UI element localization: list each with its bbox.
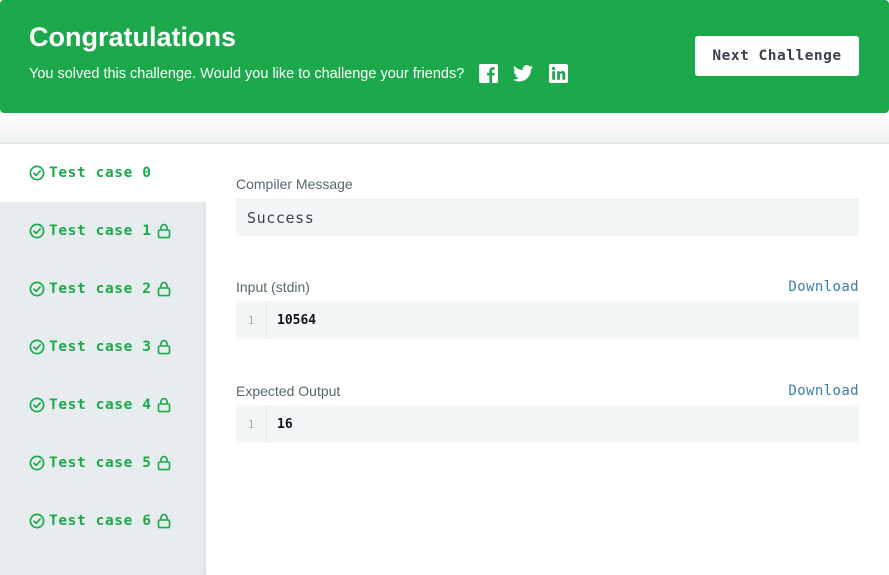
banner-subtitle: You solved this challenge. Would you lik… (29, 66, 465, 82)
facebook-icon[interactable] (478, 63, 498, 83)
expected-output-label: Expected Output (236, 383, 341, 399)
expected-output-download-link[interactable]: Download (788, 383, 859, 399)
check-circle-icon (29, 281, 45, 297)
input-label: Input (stdin) (236, 279, 310, 295)
compiler-message-box: Success (236, 198, 859, 236)
check-circle-icon (29, 339, 45, 355)
check-circle-icon (29, 397, 45, 413)
tab-label: Test case 0 (49, 165, 152, 181)
input-value: 10564 (277, 312, 317, 328)
lock-icon (157, 339, 171, 355)
tab-test-case-2[interactable]: Test case 2 (0, 260, 206, 318)
lock-icon (157, 397, 171, 413)
twitter-icon[interactable] (513, 63, 533, 83)
lock-icon (157, 455, 171, 471)
tab-test-case-4[interactable]: Test case 4 (0, 376, 206, 434)
tab-label: Test case 1 (49, 223, 152, 239)
check-circle-icon (29, 223, 45, 239)
check-circle-icon (29, 455, 45, 471)
tab-label: Test case 6 (49, 513, 152, 529)
test-results-panel: Test case 0 Test case 1 Test case 2 Test… (0, 143, 889, 575)
tab-test-case-6[interactable]: Test case 6 (0, 492, 206, 550)
tab-label: Test case 5 (49, 455, 152, 471)
lock-icon (157, 281, 171, 297)
compiler-message-label: Compiler Message (236, 176, 353, 192)
check-circle-icon (29, 513, 45, 529)
congratulations-banner: Congratulations You solved this challeng… (0, 0, 889, 113)
tab-test-case-3[interactable]: Test case 3 (0, 318, 206, 376)
next-challenge-button[interactable]: Next Challenge (695, 36, 859, 76)
tab-test-case-0[interactable]: Test case 0 (0, 144, 206, 202)
section-divider (0, 113, 889, 143)
check-circle-icon (29, 165, 45, 181)
test-case-sidebar: Test case 0 Test case 1 Test case 2 Test… (0, 144, 206, 575)
lock-icon (157, 223, 171, 239)
tab-label: Test case 2 (49, 281, 152, 297)
tab-test-case-1[interactable]: Test case 1 (0, 202, 206, 260)
line-number: 1 (236, 405, 267, 443)
banner-title: Congratulations (29, 22, 236, 52)
line-number: 1 (236, 301, 267, 339)
input-download-link[interactable]: Download (788, 279, 859, 295)
tab-label: Test case 4 (49, 397, 152, 413)
tab-label: Test case 3 (49, 339, 152, 355)
expected-output-value: 16 (277, 416, 293, 432)
tab-test-case-5[interactable]: Test case 5 (0, 434, 206, 492)
input-box: 1 10564 (236, 301, 859, 339)
expected-output-box: 1 16 (236, 405, 859, 443)
lock-icon (157, 513, 171, 529)
linkedin-icon[interactable] (548, 63, 568, 83)
